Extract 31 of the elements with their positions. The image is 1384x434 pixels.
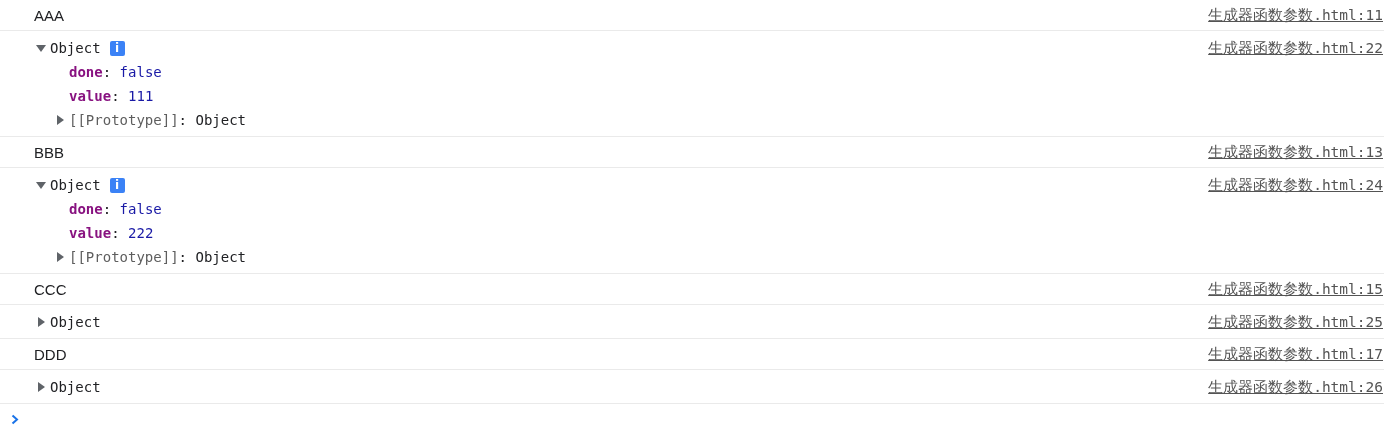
source-link[interactable]: 生成器函数参数.html:26 — [1208, 375, 1383, 399]
property-entry: done: false — [69, 64, 162, 80]
log-message: AAA — [34, 6, 64, 24]
log-message: BBB — [34, 143, 64, 161]
source-link[interactable]: 生成器函数参数.html:15 — [1208, 277, 1383, 301]
collapsed-triangle-icon[interactable] — [55, 115, 65, 125]
info-icon[interactable]: i — [109, 40, 125, 56]
source-link[interactable]: 生成器函数参数.html:25 — [1208, 310, 1383, 334]
source-link[interactable]: 生成器函数参数.html:11 — [1208, 3, 1383, 27]
object-label[interactable]: Object — [50, 177, 101, 193]
object-label[interactable]: Object — [50, 40, 101, 56]
source-link[interactable]: 生成器函数参数.html:22 — [1208, 36, 1383, 60]
source-link[interactable]: 生成器函数参数.html:24 — [1208, 173, 1383, 197]
collapsed-triangle-icon[interactable] — [36, 317, 46, 327]
log-message: CCC — [34, 280, 67, 298]
object-label[interactable]: Object — [50, 314, 101, 330]
prompt-chevron-icon — [11, 413, 19, 425]
collapsed-triangle-icon[interactable] — [36, 382, 46, 392]
info-icon[interactable]: i — [109, 177, 125, 193]
expanded-triangle-icon[interactable] — [36, 43, 46, 53]
prototype-entry[interactable]: [[Prototype]]: Object — [69, 249, 247, 265]
log-message: DDD — [34, 345, 67, 363]
source-link[interactable]: 生成器函数参数.html:17 — [1208, 342, 1383, 366]
prototype-entry[interactable]: [[Prototype]]: Object — [69, 112, 247, 128]
expanded-triangle-icon[interactable] — [36, 180, 46, 190]
collapsed-triangle-icon[interactable] — [55, 252, 65, 262]
source-link[interactable]: 生成器函数参数.html:13 — [1208, 140, 1383, 164]
object-label[interactable]: Object — [50, 379, 101, 395]
property-entry: value: 222 — [69, 225, 154, 241]
property-entry: done: false — [69, 201, 162, 217]
property-entry: value: 111 — [69, 88, 154, 104]
